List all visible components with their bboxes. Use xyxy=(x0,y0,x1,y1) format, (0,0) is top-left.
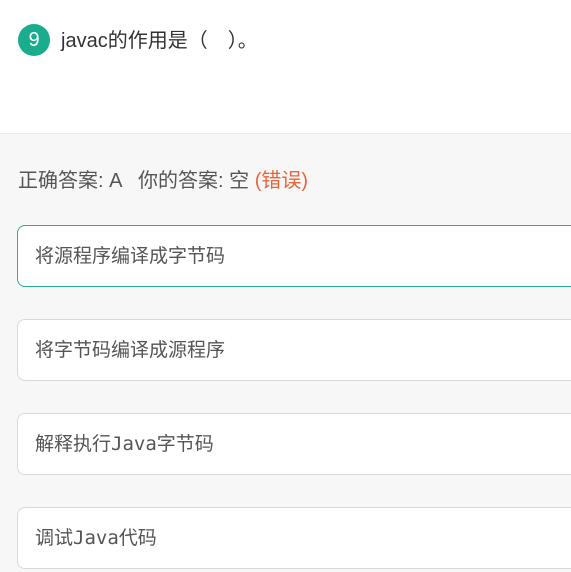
option-b-text: 将字节码编译成源程序 xyxy=(35,339,226,361)
answer-status: (错误) xyxy=(254,170,309,192)
answer-area: 正确答案: A 你的答案: 空 (错误) 将源程序编译成字节码 将字节码编译成源… xyxy=(0,134,571,572)
option-a-text: 将源程序编译成字节码 xyxy=(35,245,226,267)
option-c[interactable]: 解释执行Java字节码 xyxy=(17,413,571,475)
correct-answer-label: 正确答案: xyxy=(18,170,104,192)
your-answer-label: 你的答案: xyxy=(138,170,224,192)
answer-summary: 正确答案: A 你的答案: 空 (错误) xyxy=(18,168,308,194)
question-text: javac的作用是（ ）。 xyxy=(61,30,258,52)
option-c-text: 解释执行Java字节码 xyxy=(35,433,214,455)
your-answer-value: 空 xyxy=(229,170,250,192)
correct-answer-value: A xyxy=(109,170,122,192)
option-d-text: 调试Java代码 xyxy=(35,527,157,549)
option-b[interactable]: 将字节码编译成源程序 xyxy=(17,319,571,381)
option-d[interactable]: 调试Java代码 xyxy=(17,507,571,569)
question-number-badge: 9 xyxy=(18,24,50,56)
question-header: 9 javac的作用是（ ）。 xyxy=(0,0,571,133)
option-a[interactable]: 将源程序编译成字节码 xyxy=(17,225,571,287)
